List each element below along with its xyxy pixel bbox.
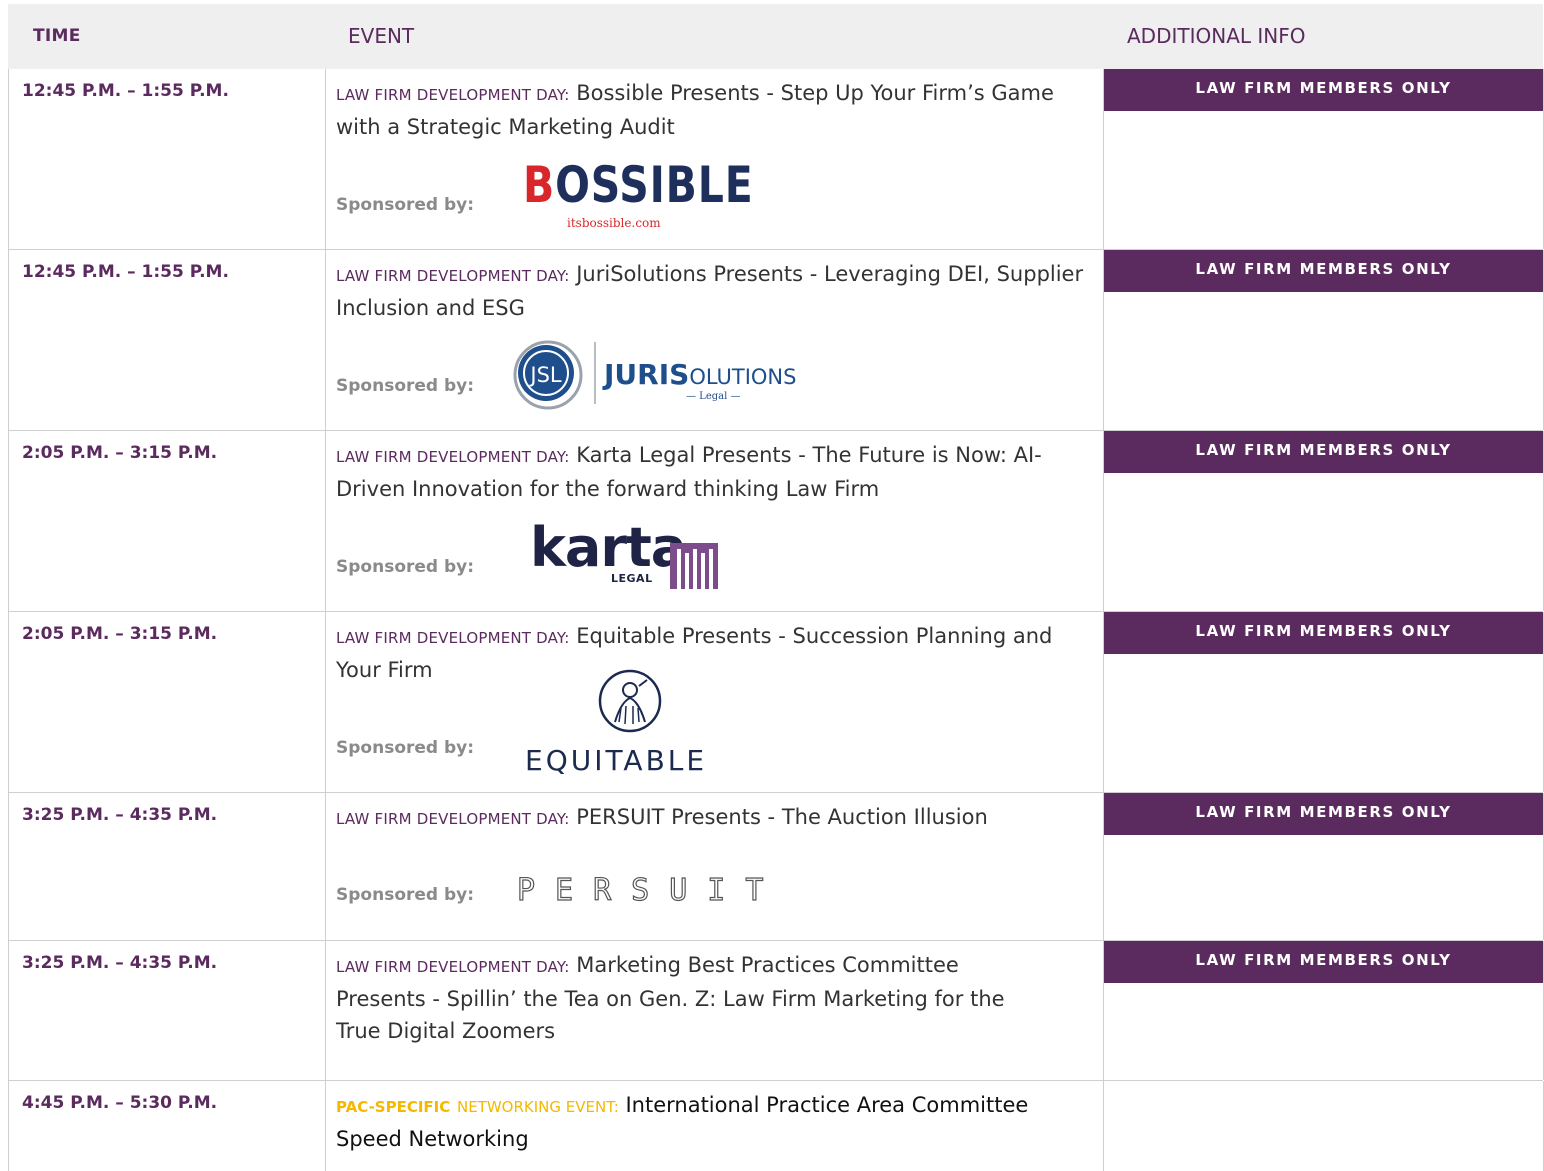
karta-legal-logo[interactable]: karta LEGAL (530, 521, 730, 591)
time-cell: 2:05 P.M. – 3:15 P.M. (8, 612, 326, 792)
event-title: LAW FIRM DEVELOPMENT DAY: Karta Legal Pr… (336, 439, 1091, 505)
sponsored-by-label: Sponsored by: (336, 195, 475, 215)
sponsored-by-label: Sponsored by: (336, 885, 475, 905)
time-cell: 3:25 P.M. – 4:35 P.M. (8, 793, 326, 940)
event-title: LAW FIRM DEVELOPMENT DAY: PERSUIT Presen… (336, 801, 1091, 835)
table-row: 2:05 P.M. – 3:15 P.M. LAW FIRM DEVELOPME… (8, 612, 1544, 793)
event-cell: LAW FIRM DEVELOPMENT DAY: Equitable Pres… (325, 612, 1104, 792)
event-title: LAW FIRM DEVELOPMENT DAY: Bossible Prese… (336, 77, 1091, 143)
event-cell: LAW FIRM DEVELOPMENT DAY: Marketing Best… (325, 941, 1104, 1080)
sponsored-by-label: Sponsored by: (336, 376, 475, 396)
table-header: TIME EVENT ADDITIONAL INFO (8, 4, 1543, 69)
event-tag: LAW FIRM DEVELOPMENT DAY: (336, 86, 570, 104)
column-header-additional-info: ADDITIONAL INFO (1127, 24, 1306, 48)
time-cell: 12:45 P.M. – 1:55 P.M. (8, 250, 326, 430)
table-row: 12:45 P.M. – 1:55 P.M. LAW FIRM DEVELOPM… (8, 250, 1544, 431)
bossible-logo[interactable]: BOSSIBLE itsbossible.com (523, 160, 753, 232)
session-time: 3:25 P.M. – 4:35 P.M. (22, 953, 218, 973)
event-tag: LAW FIRM DEVELOPMENT DAY: (336, 958, 570, 976)
session-time: 12:45 P.M. – 1:55 P.M. (22, 81, 229, 101)
event-title-text: PERSUIT Presents - The Auction Illusion (576, 805, 988, 829)
column-header-event: EVENT (348, 24, 415, 48)
networking-event-tag: NETWORKING EVENT: (456, 1098, 619, 1116)
equitable-emblem-icon (598, 669, 662, 733)
event-cell: PAC-SPECIFIC NETWORKING EVENT: Internati… (325, 1081, 1104, 1171)
event-cell: LAW FIRM DEVELOPMENT DAY: Karta Legal Pr… (325, 431, 1104, 611)
column-header-time: TIME (33, 26, 81, 46)
info-cell: LAW FIRM MEMBERS ONLY (1104, 250, 1544, 430)
sponsored-by-label: Sponsored by: (336, 738, 475, 758)
info-cell: LAW FIRM MEMBERS ONLY (1104, 941, 1544, 1080)
persuit-logo[interactable]: PERSUIT (516, 872, 807, 913)
event-cell: LAW FIRM DEVELOPMENT DAY: PERSUIT Presen… (325, 793, 1104, 940)
event-cell: LAW FIRM DEVELOPMENT DAY: JuriSolutions … (325, 250, 1104, 430)
event-tag: LAW FIRM DEVELOPMENT DAY: (336, 810, 570, 828)
event-tag: LAW FIRM DEVELOPMENT DAY: (336, 629, 570, 647)
info-cell: LAW FIRM MEMBERS ONLY (1104, 431, 1544, 611)
event-tag: LAW FIRM DEVELOPMENT DAY: (336, 448, 570, 466)
time-cell: 4:45 P.M. – 5:30 P.M. (8, 1081, 326, 1171)
table-row: 3:25 P.M. – 4:35 P.M. LAW FIRM DEVELOPME… (8, 793, 1544, 941)
info-cell: LAW FIRM MEMBERS ONLY (1104, 69, 1544, 249)
members-only-badge: LAW FIRM MEMBERS ONLY (1104, 612, 1543, 654)
session-time: 4:45 P.M. – 5:30 P.M. (22, 1093, 218, 1113)
info-cell: LAW FIRM MEMBERS ONLY (1104, 793, 1544, 940)
svg-text:JSL: JSL (528, 363, 562, 387)
jsl-globe-icon: JSL (513, 340, 583, 410)
event-title: LAW FIRM DEVELOPMENT DAY: JuriSolutions … (336, 258, 1091, 324)
event-cell: LAW FIRM DEVELOPMENT DAY: Bossible Prese… (325, 69, 1104, 249)
time-cell: 12:45 P.M. – 1:55 P.M. (8, 69, 326, 249)
info-cell: LAW FIRM MEMBERS ONLY (1104, 612, 1544, 792)
logo-divider (594, 342, 596, 404)
members-only-badge: LAW FIRM MEMBERS ONLY (1104, 793, 1543, 835)
jurisolutions-logo[interactable]: JSL JURISOLUTIONS — Legal — (510, 336, 800, 416)
event-tag: LAW FIRM DEVELOPMENT DAY: (336, 267, 570, 285)
table-row: 2:05 P.M. – 3:15 P.M. LAW FIRM DEVELOPME… (8, 431, 1544, 612)
sponsored-by-label: Sponsored by: (336, 557, 475, 577)
karta-mark-icon (670, 543, 718, 589)
event-title: LAW FIRM DEVELOPMENT DAY: Marketing Best… (336, 949, 1046, 1047)
members-only-badge: LAW FIRM MEMBERS ONLY (1104, 431, 1543, 473)
session-time: 3:25 P.M. – 4:35 P.M. (22, 805, 218, 825)
table-row: 4:45 P.M. – 5:30 P.M. PAC-SPECIFIC NETWO… (8, 1081, 1544, 1171)
time-cell: 2:05 P.M. – 3:15 P.M. (8, 431, 326, 611)
info-cell (1104, 1081, 1544, 1171)
bossible-logo-url: itsbossible.com (567, 216, 661, 230)
pac-specific-tag: PAC-SPECIFIC (336, 1098, 451, 1116)
event-title: PAC-SPECIFIC NETWORKING EVENT: Internati… (336, 1089, 1091, 1155)
equitable-logo[interactable]: EQUITABLE (525, 668, 735, 780)
session-time: 2:05 P.M. – 3:15 P.M. (22, 624, 218, 644)
session-time: 12:45 P.M. – 1:55 P.M. (22, 262, 229, 282)
members-only-badge: LAW FIRM MEMBERS ONLY (1104, 941, 1543, 983)
time-cell: 3:25 P.M. – 4:35 P.M. (8, 941, 326, 1080)
members-only-badge: LAW FIRM MEMBERS ONLY (1104, 250, 1543, 292)
table-row: 3:25 P.M. – 4:35 P.M. LAW FIRM DEVELOPME… (8, 941, 1544, 1081)
session-time: 2:05 P.M. – 3:15 P.M. (22, 443, 218, 463)
table-row: 12:45 P.M. – 1:55 P.M. LAW FIRM DEVELOPM… (8, 69, 1544, 250)
members-only-badge: LAW FIRM MEMBERS ONLY (1104, 69, 1543, 111)
